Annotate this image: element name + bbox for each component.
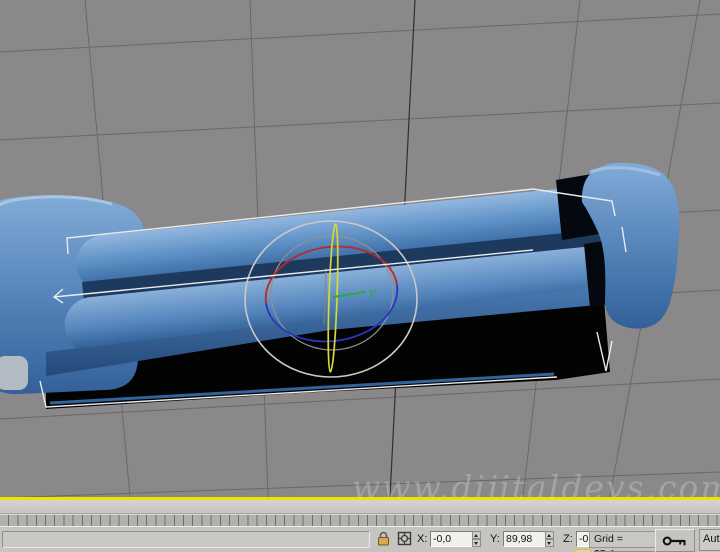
spinner-up-icon[interactable] <box>545 531 554 539</box>
spinner-down-icon[interactable] <box>472 539 481 547</box>
grid-size-display: Grid = 25,4cm <box>589 531 657 552</box>
auto-key-label: Auto <box>703 533 720 545</box>
lock-icon <box>378 531 389 546</box>
spinner-down-icon[interactable] <box>545 539 554 547</box>
perspective-viewport[interactable]: y www.dijitaldevs.com <box>0 0 720 497</box>
z-coordinate-label: Z: <box>563 533 573 545</box>
y-coordinate-input[interactable] <box>503 531 548 547</box>
y-coordinate-label: Y: <box>490 533 500 545</box>
timeline-ruler[interactable] <box>0 514 720 526</box>
left-arm-foot <box>0 356 28 390</box>
spinner-up-icon[interactable] <box>472 531 481 539</box>
set-keys-button[interactable] <box>655 529 695 552</box>
x-coordinate-label: X: <box>417 533 428 545</box>
prompt-line <box>2 531 370 548</box>
x-spinner[interactable] <box>472 531 481 547</box>
auto-key-button[interactable]: Auto <box>699 529 720 551</box>
key-icon <box>662 535 686 546</box>
viewport-scene: y <box>0 0 720 497</box>
absolute-mode-icon <box>397 531 412 546</box>
selection-lock-button[interactable] <box>375 530 392 547</box>
absolute-mode-button[interactable] <box>396 530 413 547</box>
x-coordinate-input[interactable] <box>430 531 475 547</box>
track-bar[interactable] <box>0 500 720 514</box>
max-application-window: y www.dijitaldevs.com X: -0,0 Y: 89,98 Z… <box>0 0 720 552</box>
status-bar: X: Y: Z: Grid = 25,4cm Auto <box>0 526 720 552</box>
y-spinner[interactable] <box>545 531 554 547</box>
